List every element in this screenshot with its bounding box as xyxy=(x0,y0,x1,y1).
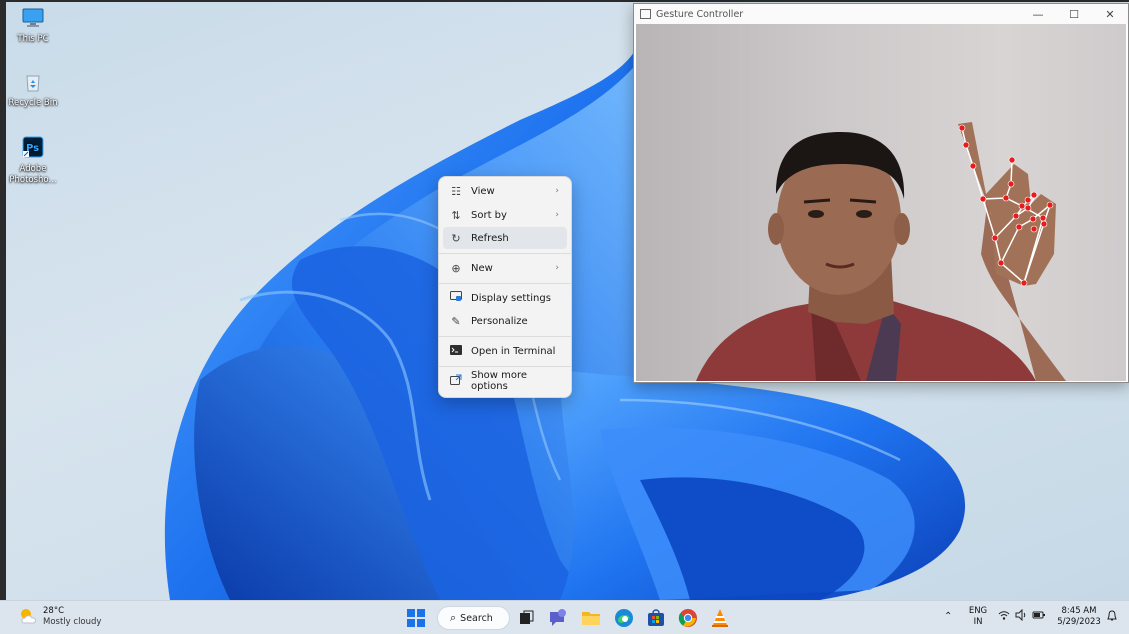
taskbar-search[interactable]: ⌕ Search xyxy=(437,606,510,630)
menu-separator xyxy=(439,253,571,254)
task-view-button[interactable] xyxy=(515,607,537,629)
wifi-icon xyxy=(998,609,1010,624)
menu-item-label: Refresh xyxy=(471,232,509,244)
file-explorer-button[interactable] xyxy=(580,607,602,629)
plus-circle-icon: ⊕ xyxy=(451,261,461,275)
language-code: ENG xyxy=(968,606,988,616)
battery-icon xyxy=(1032,609,1046,624)
menu-item-open-in-terminal[interactable]: Open in Terminal xyxy=(443,340,567,362)
clock[interactable]: 8:45 AM 5/29/2023 xyxy=(1056,606,1102,628)
desktop-icon-photoshop[interactable]: Ps Adobe Photosho... xyxy=(3,136,63,186)
desktop-icon-recycle-bin[interactable]: Recycle Bin xyxy=(3,72,63,109)
display-icon xyxy=(449,291,463,305)
menu-item-label: View xyxy=(471,185,495,197)
task-view-icon xyxy=(520,610,534,624)
desktop-context-menu: ☷ View › ⇅ Sort by › ↻ Refresh ⊕ New › D… xyxy=(438,176,572,398)
grid-icon: ☷ xyxy=(451,184,461,198)
window-title: Gesture Controller xyxy=(656,8,744,20)
menu-separator xyxy=(439,366,571,367)
chat-button[interactable] xyxy=(547,607,569,629)
language-indicator[interactable]: ENG IN xyxy=(966,606,990,628)
camera-feed xyxy=(636,24,1126,381)
desktop-icon-this-pc[interactable]: This PC xyxy=(3,8,63,45)
edge-icon xyxy=(615,609,633,627)
terminal-icon xyxy=(449,344,463,358)
menu-item-new[interactable]: ⊕ New › xyxy=(443,257,567,279)
gesture-controller-window[interactable]: Gesture Controller — ☐ ✕ xyxy=(633,3,1129,383)
menu-item-show-more-options[interactable]: Show more options xyxy=(443,370,567,392)
minimize-button[interactable]: — xyxy=(1020,4,1056,24)
menu-item-label: Display settings xyxy=(471,292,551,304)
store-icon xyxy=(648,609,664,626)
refresh-icon: ↻ xyxy=(451,231,461,245)
menu-item-refresh[interactable]: ↻ Refresh xyxy=(443,227,567,249)
screen-edge xyxy=(0,0,6,600)
brush-icon: ✎ xyxy=(451,314,461,328)
chrome-button[interactable] xyxy=(677,607,699,629)
windows-logo-icon xyxy=(407,609,425,627)
menu-separator xyxy=(439,283,571,284)
search-label: Search xyxy=(460,612,493,624)
screen-edge-top xyxy=(0,0,1129,2)
maximize-button[interactable]: ☐ xyxy=(1056,4,1092,24)
menu-item-sort-by[interactable]: ⇅ Sort by › xyxy=(443,204,567,226)
menu-item-label: Open in Terminal xyxy=(471,345,556,357)
chevron-right-icon: › xyxy=(555,263,559,273)
chevron-right-icon: › xyxy=(555,210,559,220)
start-button[interactable] xyxy=(405,607,427,629)
chevron-right-icon: › xyxy=(555,186,559,196)
file-explorer-icon xyxy=(582,612,600,625)
menu-item-label: Show more options xyxy=(470,370,528,392)
notification-bell-icon xyxy=(1107,610,1117,621)
chevron-up-icon[interactable]: ⌃ xyxy=(944,611,952,622)
system-tray-icons[interactable] xyxy=(998,608,1046,624)
chat-icon xyxy=(550,609,566,626)
sort-icon: ⇅ xyxy=(451,208,461,222)
menu-item-label: Personalize xyxy=(471,315,528,327)
monitor-icon xyxy=(3,8,63,32)
recycle-bin-icon xyxy=(3,72,63,96)
store-button[interactable] xyxy=(645,607,667,629)
chrome-icon xyxy=(678,609,697,627)
desktop-icon-label: Recycle Bin xyxy=(8,98,58,108)
region-code: IN xyxy=(973,617,983,627)
clock-time: 8:45 AM xyxy=(1061,606,1097,616)
menu-item-personalize[interactable]: ✎ Personalize xyxy=(443,310,567,332)
vlc-icon xyxy=(712,609,728,627)
desktop-icon-label: Adobe Photosho... xyxy=(9,164,57,185)
weather-widget[interactable]: 28°C Mostly cloudy xyxy=(18,606,101,628)
menu-item-display-settings[interactable]: Display settings xyxy=(443,287,567,309)
notification-button[interactable] xyxy=(1106,610,1118,625)
close-button[interactable]: ✕ xyxy=(1092,4,1128,24)
weather-condition: Mostly cloudy xyxy=(43,617,102,627)
vlc-button[interactable] xyxy=(709,607,731,629)
cloudy-sun-icon xyxy=(18,607,40,628)
menu-separator xyxy=(439,336,571,337)
menu-item-view[interactable]: ☷ View › xyxy=(443,180,567,202)
menu-item-label: New xyxy=(471,262,493,274)
share-icon xyxy=(449,374,463,388)
search-icon: ⌕ xyxy=(450,611,457,624)
clock-date: 5/29/2023 xyxy=(1057,617,1101,627)
photoshop-icon: Ps xyxy=(3,136,63,162)
menu-item-label: Sort by xyxy=(471,209,507,221)
weather-temp: 28°C xyxy=(43,606,65,616)
app-icon xyxy=(640,9,651,19)
edge-button[interactable] xyxy=(613,607,635,629)
desktop-icon-label: This PC xyxy=(17,34,49,44)
volume-icon xyxy=(1015,608,1027,624)
camera-frame xyxy=(696,122,1066,381)
